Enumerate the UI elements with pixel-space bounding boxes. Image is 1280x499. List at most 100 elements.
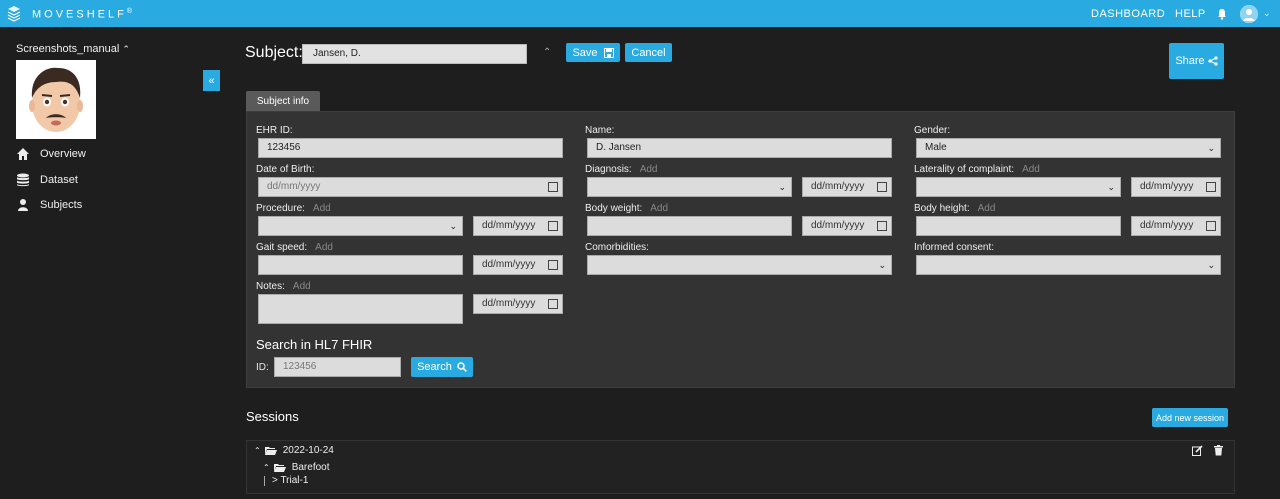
laterality-select[interactable]: ⌄ <box>916 177 1121 197</box>
hl7-id-input[interactable]: 123456 <box>274 357 401 377</box>
informed-consent-label: Informed consent: <box>914 242 995 253</box>
procedure-select[interactable]: ⌄ <box>258 216 463 236</box>
ehr-id-input[interactable]: 123456 <box>258 138 563 158</box>
ehr-id-label: EHR ID: <box>256 125 293 136</box>
condition-name: Barefoot <box>291 462 330 473</box>
procedure-add-link[interactable]: Add <box>313 203 331 214</box>
subject-avatar <box>16 60 96 139</box>
session-date: 2022-10-24 <box>282 445 334 456</box>
notes-add-link[interactable]: Add <box>293 281 311 292</box>
date-placeholder: dd/mm/yyyy <box>482 220 536 231</box>
edit-icon[interactable] <box>1192 445 1203 456</box>
date-placeholder: dd/mm/yyyy <box>811 220 865 231</box>
bell-icon[interactable] <box>1216 8 1228 20</box>
user-avatar-icon <box>1240 5 1258 23</box>
procedure-label: Procedure: Add <box>256 203 331 214</box>
nav-dashboard-link[interactable]: DASHBOARD <box>1091 8 1165 20</box>
tree-line <box>264 475 265 486</box>
gait-speed-label: Gait speed: Add <box>256 242 333 253</box>
sidebar-item-dataset[interactable]: Dataset <box>16 173 78 187</box>
sidebar-item-overview[interactable]: Overview <box>16 147 86 161</box>
body-weight-add-link[interactable]: Add <box>650 203 668 214</box>
subject-name-input[interactable]: Jansen, D. <box>302 44 527 64</box>
sidebar-item-subjects[interactable]: Subjects <box>16 198 82 212</box>
sidebar-item-label: Dataset <box>40 174 78 186</box>
chevron-down-icon: ⌄ <box>1207 143 1215 153</box>
body-height-date-input[interactable]: dd/mm/yyyy <box>1131 216 1221 236</box>
add-new-session-button[interactable]: Add new session <box>1152 408 1228 427</box>
chevron-up-icon[interactable]: ⌃ <box>263 463 270 472</box>
date-placeholder: dd/mm/yyyy <box>267 181 321 192</box>
date-placeholder: dd/mm/yyyy <box>482 298 536 309</box>
procedure-date-input[interactable]: dd/mm/yyyy <box>473 216 563 236</box>
body-weight-date-input[interactable]: dd/mm/yyyy <box>802 216 892 236</box>
body-height-add-link[interactable]: Add <box>978 203 996 214</box>
hl7-id-label: ID: <box>256 362 269 373</box>
search-label: Search <box>417 361 452 373</box>
calendar-icon <box>1206 221 1216 231</box>
project-selector[interactable]: Screenshots_manual ⌃ <box>16 43 130 55</box>
floppy-icon <box>603 47 614 58</box>
home-icon <box>17 148 29 160</box>
save-button[interactable]: Save <box>566 43 620 62</box>
laterality-label: Laterality of complaint: Add <box>914 164 1040 175</box>
gait-speed-input[interactable] <box>258 255 463 275</box>
hl7-search-button[interactable]: Search <box>411 357 473 377</box>
sessions-title: Sessions <box>246 409 299 424</box>
dob-date-input[interactable]: dd/mm/yyyy <box>258 177 563 197</box>
diagnosis-select[interactable]: ⌄ <box>587 177 792 197</box>
body-weight-input[interactable] <box>587 216 792 236</box>
share-button[interactable]: Share <box>1169 43 1224 79</box>
chevron-down-icon: ⌄ <box>449 221 457 231</box>
calendar-icon <box>548 221 558 231</box>
informed-consent-select[interactable]: ⌄ <box>916 255 1221 275</box>
share-icon <box>1208 56 1218 66</box>
hl7-fhir-title: Search in HL7 FHIR <box>256 337 373 352</box>
nav-help-link[interactable]: HELP <box>1175 8 1206 20</box>
chevron-up-icon[interactable]: ⌃ <box>543 47 551 58</box>
chevron-down-icon[interactable]: ⌄ <box>1263 8 1271 19</box>
gait-speed-date-input[interactable]: dd/mm/yyyy <box>473 255 563 275</box>
date-placeholder: dd/mm/yyyy <box>1140 220 1194 231</box>
top-bar: MOVESHELF® DASHBOARD HELP ⌄ <box>0 0 1280 27</box>
diagnosis-add-link[interactable]: Add <box>640 164 658 175</box>
collapse-sidebar-button[interactable]: « <box>203 70 220 91</box>
sidebar-item-label: Subjects <box>40 199 83 211</box>
body-weight-label: Body weight: Add <box>585 203 669 214</box>
notes-label: Notes: Add <box>256 281 311 292</box>
name-input[interactable]: D. Jansen <box>587 138 892 158</box>
calendar-icon <box>1206 182 1216 192</box>
trash-icon[interactable] <box>1213 445 1224 456</box>
dob-label: Date of Birth: <box>256 164 315 175</box>
chevron-down-icon: ⌄ <box>1107 182 1115 192</box>
tab-subject-info[interactable]: Subject info <box>246 91 320 111</box>
database-icon <box>17 173 29 187</box>
condition-node[interactable]: ⌃ Barefoot <box>263 462 330 473</box>
brand[interactable]: MOVESHELF® <box>6 6 135 22</box>
user-icon <box>18 199 28 211</box>
subject-label: Subject: <box>245 44 303 61</box>
user-avatar[interactable] <box>1240 5 1258 23</box>
trial-node[interactable]: > Trial-1 <box>264 475 308 486</box>
comorbidities-label: Comorbidities: <box>585 242 649 253</box>
comorbidities-select[interactable]: ⌄ <box>587 255 892 275</box>
folder-open-icon <box>264 447 277 455</box>
chevron-up-icon[interactable]: ⌃ <box>254 446 261 455</box>
calendar-icon <box>877 182 887 192</box>
laterality-date-input[interactable]: dd/mm/yyyy <box>1131 177 1221 197</box>
cancel-button[interactable]: Cancel <box>625 43 672 62</box>
moveshelf-logo-icon <box>7 6 21 22</box>
session-node[interactable]: ⌃ 2022-10-24 <box>254 445 334 456</box>
brand-name: MOVESHELF® <box>32 7 136 21</box>
calendar-icon <box>877 221 887 231</box>
laterality-add-link[interactable]: Add <box>1022 164 1040 175</box>
date-placeholder: dd/mm/yyyy <box>482 259 536 270</box>
gait-speed-add-link[interactable]: Add <box>315 242 333 253</box>
chevron-down-icon: ⌄ <box>878 260 886 270</box>
diagnosis-date-input[interactable]: dd/mm/yyyy <box>802 177 892 197</box>
folder-open-icon <box>273 464 286 472</box>
body-height-input[interactable] <box>916 216 1121 236</box>
gender-select[interactable]: Male ⌄ <box>916 138 1221 158</box>
notes-textarea[interactable] <box>258 294 463 324</box>
notes-date-input[interactable]: dd/mm/yyyy <box>473 294 563 314</box>
